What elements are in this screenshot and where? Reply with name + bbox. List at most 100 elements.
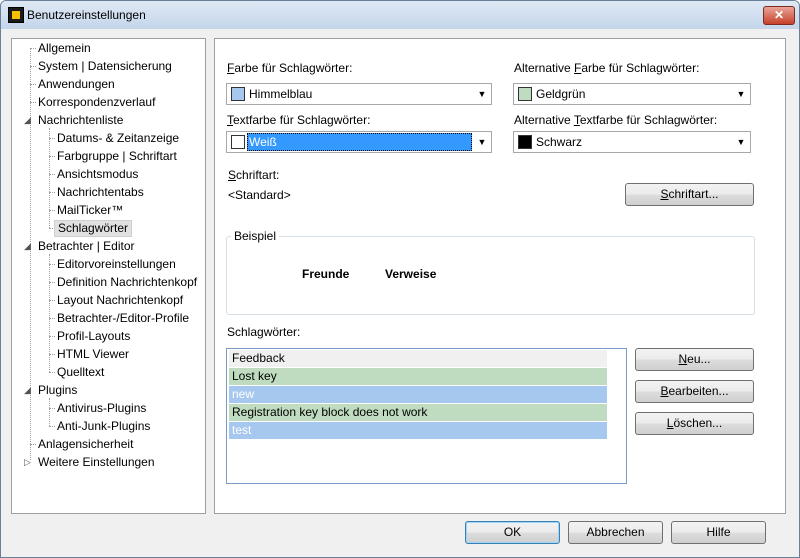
chevron-down-icon[interactable]: ▼ (735, 87, 747, 101)
tree-line (49, 174, 55, 175)
selected-value: Schwarz (536, 135, 583, 149)
label-text: Alternative (514, 61, 575, 75)
delete-keyword-button[interactable]: Löschen... (635, 412, 754, 435)
button-label: öschen... (673, 416, 723, 430)
label-text: extfarbe für Schlagwörter: (579, 113, 718, 127)
alt-text-color-select[interactable]: Schwarz ▼ (513, 131, 751, 153)
tree-item-antivirus-plugins[interactable]: Antivirus-Plugins (57, 400, 146, 416)
app-icon (8, 7, 24, 23)
color-swatch (518, 135, 532, 149)
keywords-settings-panel: Farbe für Schlagwörter: Himmelblau ▼ Alt… (214, 38, 786, 514)
tree-item-plugins[interactable]: Plugins (38, 382, 77, 398)
new-keyword-button[interactable]: Neu... (635, 348, 754, 371)
label-text: Alternative (514, 113, 574, 127)
tree-item-betrachter-editor-profile[interactable]: Betrachter-/Editor-Profile (57, 310, 189, 326)
alt-text-color-label: Alternative Textfarbe für Schlagwörter: (514, 113, 717, 127)
list-item[interactable]: Feedback (229, 350, 607, 367)
tree-item-anlagensicherheit[interactable]: Anlagensicherheit (38, 436, 133, 452)
tree-item-korrespondenzverlauf[interactable]: Korrespondenzverlauf (38, 94, 155, 110)
close-button[interactable]: ✕ (763, 6, 795, 25)
example-word-2: Verweise (385, 267, 437, 281)
alt-keyword-color-select[interactable]: Geldgrün ▼ (513, 83, 751, 105)
collapse-triangle-icon[interactable]: ◢ (24, 385, 31, 395)
label-text: arbe für Schlagwörter: (581, 61, 700, 75)
tree-item-mailticker[interactable]: MailTicker™ (57, 202, 123, 218)
tree-item-allgemein[interactable]: Allgemein (38, 40, 91, 56)
tree-line (49, 372, 55, 373)
text-color-select[interactable]: Weiß ▼ (226, 131, 492, 153)
tree-line (49, 336, 55, 337)
button-label: eu... (687, 352, 711, 366)
mnemonic: S (660, 187, 669, 201)
tree-item-datums-zeitanzeige[interactable]: Datums- & Zeitanzeige (57, 130, 179, 146)
expand-triangle-icon[interactable]: ▷ (24, 457, 31, 467)
list-item[interactable]: Lost key (229, 368, 607, 385)
tree-line (49, 318, 55, 319)
keyword-color-select[interactable]: Himmelblau ▼ (226, 83, 492, 105)
tree-item-editorvoreinstellungen[interactable]: Editorvoreinstellungen (57, 256, 176, 272)
collapse-triangle-icon[interactable]: ◢ (24, 115, 31, 125)
tree-line (49, 138, 55, 139)
tree-item-schlagwoerter[interactable]: Schlagwörter (54, 220, 133, 237)
close-icon: ✕ (773, 8, 785, 22)
list-item[interactable]: new (229, 386, 607, 403)
tree-item-profil-layouts[interactable]: Profil-Layouts (57, 328, 130, 344)
list-item[interactable]: Registration key block does not work (229, 404, 607, 421)
text-color-label: Textfarbe für Schlagwörter: (227, 113, 370, 127)
tree-item-layout-nachrichtenkopf[interactable]: Layout Nachrichtenkopf (57, 292, 183, 308)
tree-item-quelltext[interactable]: Quelltext (57, 364, 104, 380)
tree-item-farbgruppe[interactable]: Farbgruppe | Schriftart (57, 148, 177, 164)
tree-line (49, 128, 50, 228)
tree-line (30, 48, 36, 49)
tree-item-anti-junk-plugins[interactable]: Anti-Junk-Plugins (57, 418, 150, 434)
tree-item-betrachter-editor[interactable]: Betrachter | Editor (38, 238, 135, 254)
tree-line (30, 444, 36, 445)
color-swatch (231, 135, 245, 149)
tree-line (30, 102, 36, 103)
list-item[interactable]: test (229, 422, 607, 439)
keywords-list-label: Schlagwörter: (227, 325, 301, 339)
label-text: arbe für Schlagwörter: (234, 61, 353, 75)
tree-item-definition-nachrichtenkopf[interactable]: Definition Nachrichtenkopf (57, 274, 197, 290)
tree-item-ansichtsmodus[interactable]: Ansichtsmodus (57, 166, 138, 182)
color-swatch (231, 87, 245, 101)
tree-item-html-viewer[interactable]: HTML Viewer (57, 346, 129, 362)
choose-font-button[interactable]: Schriftart... (625, 183, 754, 206)
tree-item-system[interactable]: System | Datensicherung (38, 58, 172, 74)
mnemonic: N (678, 352, 688, 366)
button-label: chriftart... (668, 187, 719, 201)
tree-line (49, 282, 55, 283)
collapse-triangle-icon[interactable]: ◢ (24, 241, 31, 251)
selected-value: Himmelblau (249, 87, 313, 101)
tree-line (49, 210, 55, 211)
cancel-button[interactable]: Abbrechen (568, 521, 663, 544)
help-button[interactable]: Hilfe (671, 521, 766, 544)
color-swatch (518, 87, 532, 101)
tree-line (49, 156, 55, 157)
label-text: extfarbe für Schlagwörter: (233, 113, 371, 127)
tree-line (30, 48, 31, 460)
tree-line (49, 300, 55, 301)
tree-line (49, 426, 55, 427)
chevron-down-icon[interactable]: ▼ (476, 135, 488, 149)
ok-button[interactable]: OK (465, 521, 560, 544)
example-title: Beispiel (231, 229, 280, 243)
tree-item-nachrichtentabs[interactable]: Nachrichtentabs (57, 184, 144, 200)
tree-line (49, 354, 55, 355)
tree-item-nachrichtenliste[interactable]: Nachrichtenliste (38, 112, 123, 128)
keyword-color-label: Farbe für Schlagwörter: (227, 61, 352, 75)
chevron-down-icon[interactable]: ▼ (735, 135, 747, 149)
tree-line (49, 408, 55, 409)
tree-item-weitere-einstellungen[interactable]: Weitere Einstellungen (38, 454, 155, 470)
tree-line (49, 264, 55, 265)
edit-keyword-button[interactable]: Bearbeiten... (635, 380, 754, 403)
font-value: <Standard> (228, 188, 291, 202)
alt-keyword-color-label: Alternative Farbe für Schlagwörter: (514, 61, 699, 75)
chevron-down-icon[interactable]: ▼ (476, 87, 488, 101)
tree-item-anwendungen[interactable]: Anwendungen (38, 76, 115, 92)
example-word-1: Freunde (302, 267, 350, 281)
window-title: Benutzereinstellungen (27, 8, 146, 22)
button-label: earbeiten... (668, 384, 729, 398)
keywords-list[interactable]: Feedback Lost key new Registration key b… (226, 348, 627, 484)
tree-line (49, 398, 50, 426)
